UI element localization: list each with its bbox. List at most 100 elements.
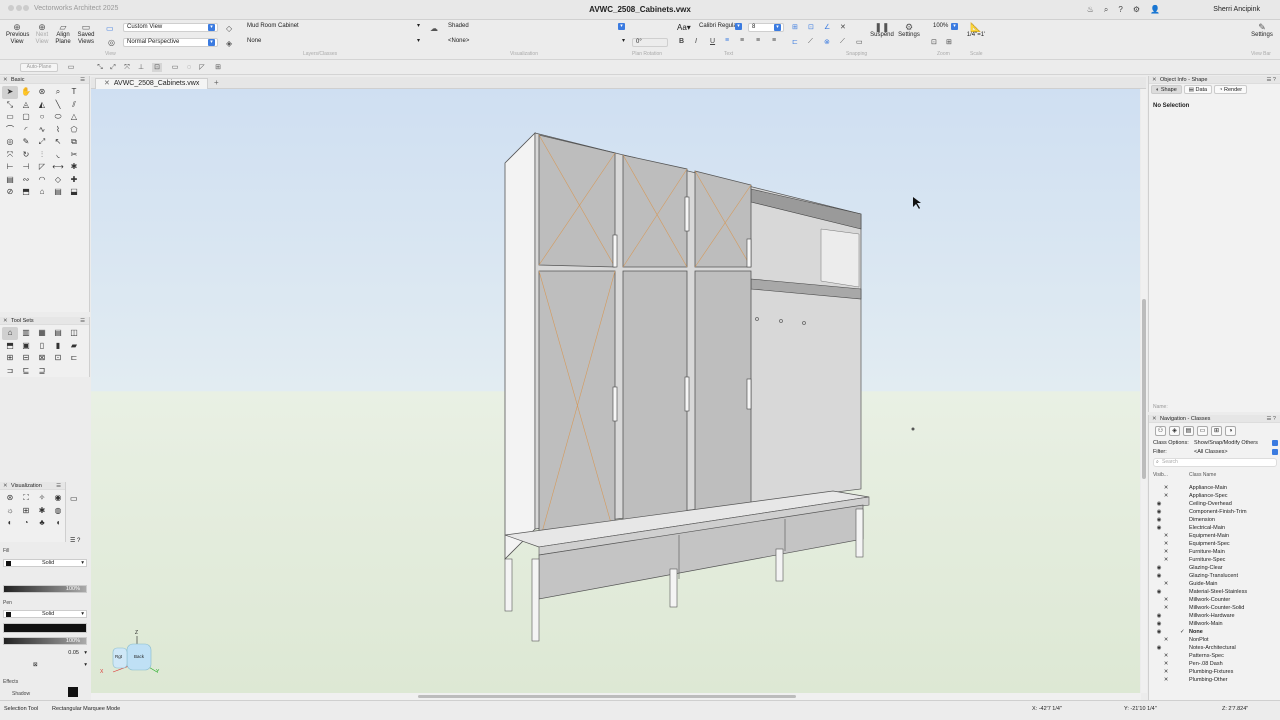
- tab-render[interactable]: ◔ Render: [1214, 85, 1248, 94]
- space-planning-icon[interactable]: ▮: [50, 340, 66, 353]
- oval-tool-icon[interactable]: ⬭: [50, 111, 66, 124]
- tool-mode-1-icon[interactable]: ⤡: [95, 63, 105, 72]
- tool-mode-4-icon[interactable]: ⊥: [136, 63, 146, 72]
- light-icon[interactable]: ✧: [34, 492, 50, 505]
- visible-eye-icon[interactable]: ◉: [1155, 564, 1163, 572]
- invisible-x-icon[interactable]: ✕: [1162, 492, 1170, 500]
- horizontal-scroll-thumb[interactable]: [418, 695, 796, 698]
- markup-icon[interactable]: ⊒: [34, 365, 50, 378]
- horizontal-scrollbar[interactable]: [91, 693, 1141, 700]
- machine-design-icon[interactable]: ⊞: [2, 352, 18, 365]
- class-row[interactable]: ◉ Component-Finish-Trim: [1149, 508, 1279, 516]
- next-view-button[interactable]: ⊕ Next View: [33, 23, 51, 46]
- fill-opacity-slider[interactable]: 100%: [3, 585, 87, 593]
- vertical-scrollbar[interactable]: [1141, 89, 1147, 693]
- pen-opacity-slider[interactable]: 100%: [3, 637, 87, 645]
- connect-tool-icon[interactable]: ⊢: [2, 161, 18, 174]
- pan-tool-icon[interactable]: ✋: [18, 86, 34, 99]
- viz-side-icon[interactable]: ▭: [70, 494, 78, 503]
- invisible-x-icon[interactable]: ✕: [1162, 668, 1170, 676]
- suspend-button[interactable]: ❚❚ Suspend: [870, 23, 894, 39]
- bezier-tool-icon[interactable]: ∾: [18, 174, 34, 187]
- view-dropdown[interactable]: Custom View ▾: [123, 23, 218, 32]
- plane-toggle-icon[interactable]: ▭: [66, 63, 76, 72]
- invisible-x-icon[interactable]: ✕: [1162, 636, 1170, 644]
- arc-tool-icon[interactable]: ⌒: [2, 124, 18, 137]
- text-tool-icon[interactable]: T: [66, 86, 82, 99]
- align-plane-button[interactable]: ▱ Align Plane: [54, 23, 72, 46]
- nav-references-icon[interactable]: ⊞: [1211, 426, 1222, 436]
- class-row[interactable]: ✕ Plumbing-Fixtures: [1149, 668, 1279, 676]
- zoom-tool-icon[interactable]: ⌕: [50, 86, 66, 99]
- class-row[interactable]: ◉ ✓ None: [1149, 628, 1279, 636]
- snap-working-plane-icon[interactable]: ▭: [856, 38, 863, 46]
- class-row[interactable]: ✕ Equipment-Spec: [1149, 540, 1279, 548]
- polygon-tool-icon[interactable]: ⬠: [66, 124, 82, 137]
- circle-tool-icon[interactable]: ○: [34, 111, 50, 124]
- class-row[interactable]: ◉ Glazing-Clear: [1149, 564, 1279, 572]
- arc-3pt-tool-icon[interactable]: ◠: [34, 174, 50, 187]
- class-row[interactable]: ✕ Appliance-Spec: [1149, 492, 1279, 500]
- zoom-objects-icon[interactable]: ⊞: [946, 38, 952, 46]
- align-left-icon[interactable]: ≡: [725, 37, 729, 44]
- class-row[interactable]: ◉ Glazing-Translucent: [1149, 572, 1279, 580]
- previous-view-button[interactable]: ⊕ Previous View: [6, 23, 29, 46]
- class-row[interactable]: ✕ Millwork-Counter: [1149, 596, 1279, 604]
- dims-notes-icon[interactable]: ▤: [50, 327, 66, 340]
- selection-settings-icon[interactable]: ⊞: [213, 63, 223, 72]
- notifications-icon[interactable]: ♨: [1087, 5, 1094, 15]
- spiral-tool-icon[interactable]: ◎: [2, 136, 18, 149]
- underline-button[interactable]: U: [710, 38, 715, 45]
- nav-objects-icon[interactable]: ◑: [1225, 426, 1236, 436]
- invisible-x-icon[interactable]: ✕: [1162, 540, 1170, 548]
- palette-menu-icon[interactable]: ☰ ?: [1266, 415, 1276, 423]
- visible-eye-icon[interactable]: ◉: [1155, 588, 1163, 596]
- close-icon[interactable]: ✕: [3, 482, 8, 490]
- snap-object-icon[interactable]: ⊡: [808, 23, 814, 31]
- class-row[interactable]: ✕ NonPlot: [1149, 636, 1279, 644]
- snap-smart-icon[interactable]: ⊗: [824, 38, 830, 46]
- visible-eye-icon[interactable]: ◉: [1155, 644, 1163, 652]
- line-weight-field[interactable]: 0.05 ▾: [3, 650, 87, 658]
- bold-button[interactable]: B: [679, 38, 684, 45]
- dimension-tool-icon[interactable]: ⟷: [50, 161, 66, 174]
- class-row[interactable]: ✕ Furniture-Main: [1149, 548, 1279, 556]
- zoom-field[interactable]: 100% ▾: [930, 23, 960, 32]
- plan-rotation-field[interactable]: 0°: [632, 38, 668, 47]
- close-icon[interactable]: ✕: [3, 317, 8, 325]
- visible-eye-icon[interactable]: ◉: [1155, 628, 1163, 636]
- nav-views-icon[interactable]: ▭: [1197, 426, 1208, 436]
- sun-icon[interactable]: ☼: [2, 505, 18, 518]
- slab-tool-icon[interactable]: ⬒: [18, 186, 34, 199]
- visible-eye-icon[interactable]: ◉: [1155, 500, 1163, 508]
- class-row[interactable]: ✕ Furniture-Spec: [1149, 556, 1279, 564]
- class-row[interactable]: ◉ Electrical-Main: [1149, 524, 1279, 532]
- align-right-icon[interactable]: ≡: [756, 37, 760, 44]
- polyline-tool-icon[interactable]: ⌇: [50, 124, 66, 137]
- drawing-viewport[interactable]: Z Rgt Back X Y: [91, 89, 1140, 693]
- layer-dropdown[interactable]: Mud Room Cabinet ▾: [244, 23, 422, 32]
- font-size-dropdown[interactable]: 8 ▾: [748, 23, 784, 32]
- attr-menu-icon[interactable]: ☰ ?: [70, 537, 80, 544]
- spotlight-icon[interactable]: ◐: [2, 517, 18, 530]
- invisible-x-icon[interactable]: ✕: [1162, 596, 1170, 604]
- close-icon[interactable]: ✕: [1152, 76, 1157, 84]
- roof-tool-icon[interactable]: ⌂: [34, 186, 50, 199]
- heliodon-icon[interactable]: ◍: [50, 505, 66, 518]
- line-type-select[interactable]: ⊠ ▾: [3, 662, 87, 670]
- invisible-x-icon[interactable]: ✕: [1162, 548, 1170, 556]
- plants-icon[interactable]: ⊑: [18, 365, 34, 378]
- invisible-x-icon[interactable]: ✕: [1162, 660, 1170, 668]
- wall-tool-icon[interactable]: ▤: [2, 174, 18, 187]
- vertical-scroll-thumb[interactable]: [1142, 299, 1146, 479]
- snap-distance-icon[interactable]: ⊏: [792, 38, 798, 46]
- attribute-mapping-icon[interactable]: ⤢: [34, 136, 50, 149]
- class-row[interactable]: ◉ Millwork-Hardware: [1149, 612, 1279, 620]
- rotate-tool-icon[interactable]: ↻: [18, 149, 34, 162]
- view-cube[interactable]: Z Rgt Back X Y: [100, 630, 173, 688]
- visible-eye-icon[interactable]: ◉: [1155, 612, 1163, 620]
- selection-tool-icon[interactable]: ➤: [2, 86, 18, 99]
- marquee-mode-icon[interactable]: ⊡: [152, 63, 162, 72]
- snap-angle-icon[interactable]: ∠: [824, 23, 830, 31]
- class-row[interactable]: ◉ Ceiling-Overhead: [1149, 500, 1279, 508]
